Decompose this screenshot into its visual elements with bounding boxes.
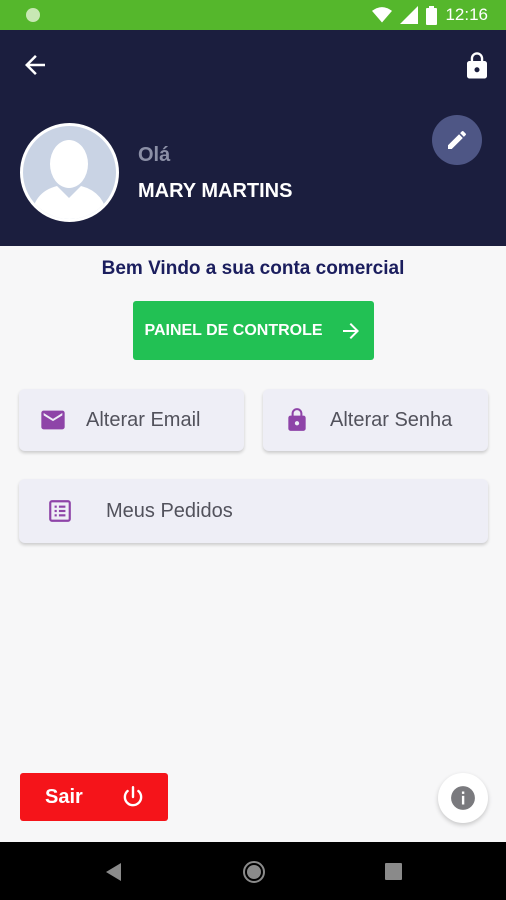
battery-icon — [426, 5, 438, 25]
wifi-icon — [372, 7, 393, 23]
logout-label: Sair — [45, 785, 83, 808]
avatar[interactable] — [20, 123, 119, 222]
change-password-button[interactable]: Alterar Senha — [263, 389, 488, 451]
system-nav-bar — [0, 842, 506, 900]
back-button[interactable] — [20, 50, 50, 80]
nav-home-icon[interactable] — [242, 860, 266, 884]
welcome-text: Bem Vindo a sua conta comercial — [101, 258, 405, 279]
status-icons: 12:16 — [372, 5, 488, 25]
logout-button[interactable]: Sair — [20, 773, 168, 821]
lock-icon — [283, 406, 311, 434]
lock-button[interactable] — [462, 50, 492, 82]
list-icon — [46, 497, 74, 525]
control-panel-button[interactable]: PAINEL DE CONTROLE — [133, 301, 374, 360]
status-bar: 12:16 — [0, 0, 506, 30]
profile-header: Olá MARY MARTINS — [0, 30, 506, 246]
my-orders-button[interactable]: Meus Pedidos — [19, 479, 488, 543]
change-password-label: Alterar Senha — [330, 408, 453, 431]
notification-dot-icon — [26, 8, 40, 22]
info-button[interactable] — [438, 773, 488, 823]
nav-recent-icon[interactable] — [385, 863, 402, 880]
user-name: MARY MARTINS — [138, 180, 293, 202]
info-icon — [451, 786, 475, 810]
signal-icon — [400, 6, 419, 24]
status-time: 12:16 — [445, 5, 488, 24]
nav-back-icon[interactable] — [104, 862, 122, 882]
control-panel-label: PAINEL DE CONTROLE — [144, 321, 323, 339]
change-email-label: Alterar Email — [86, 408, 201, 431]
avatar-silhouette-icon — [31, 140, 108, 219]
power-icon — [123, 786, 143, 807]
arrow-right-icon — [342, 322, 359, 339]
lock-icon — [467, 52, 487, 79]
change-email-button[interactable]: Alterar Email — [19, 389, 244, 451]
my-orders-label: Meus Pedidos — [106, 499, 233, 522]
email-icon — [39, 406, 67, 434]
pencil-icon — [448, 130, 467, 149]
edit-profile-button[interactable] — [432, 115, 482, 165]
back-arrow-icon — [25, 55, 45, 75]
greeting-text: Olá — [138, 144, 171, 166]
